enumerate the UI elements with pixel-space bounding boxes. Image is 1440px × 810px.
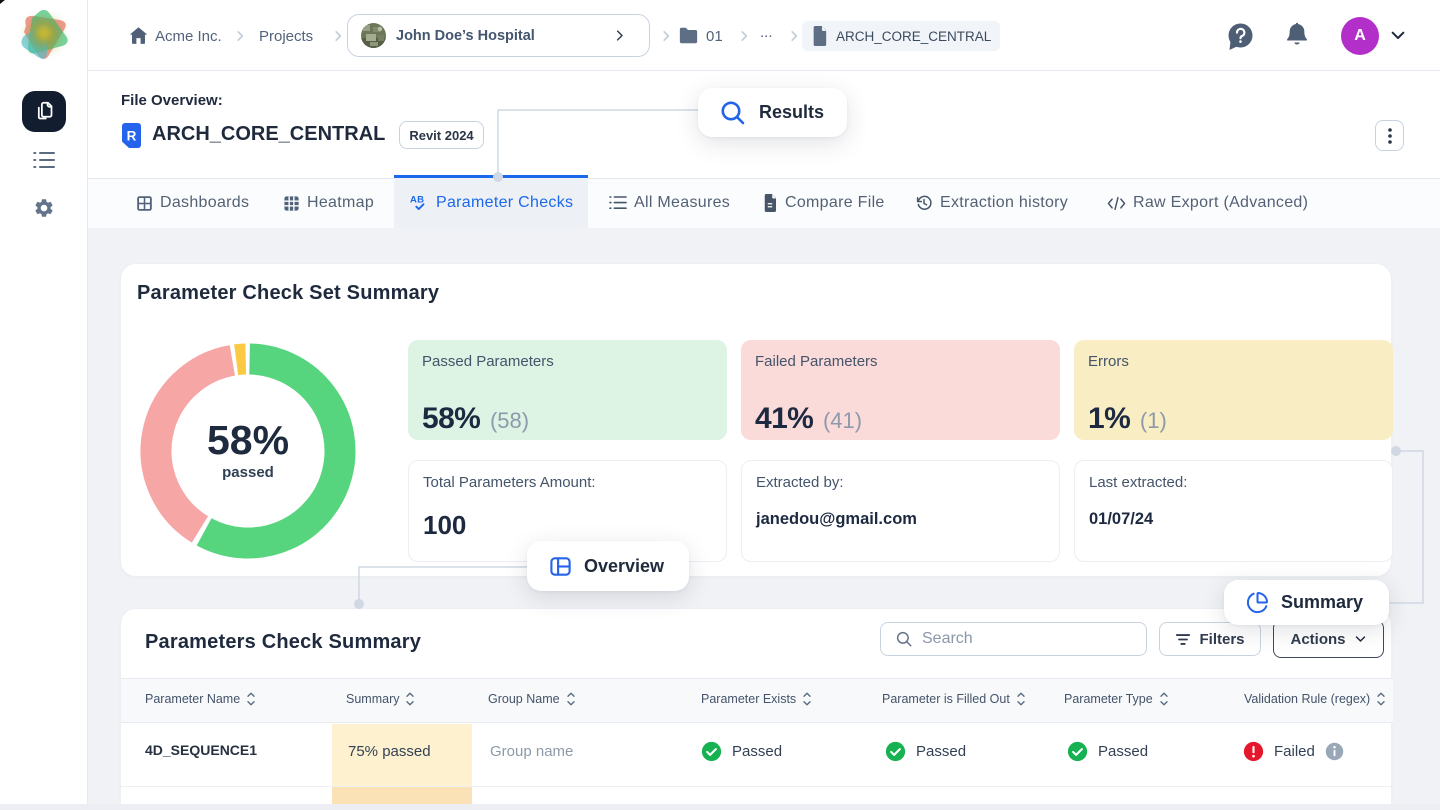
svg-text:AB: AB — [410, 194, 424, 205]
svg-text:R: R — [127, 129, 137, 144]
